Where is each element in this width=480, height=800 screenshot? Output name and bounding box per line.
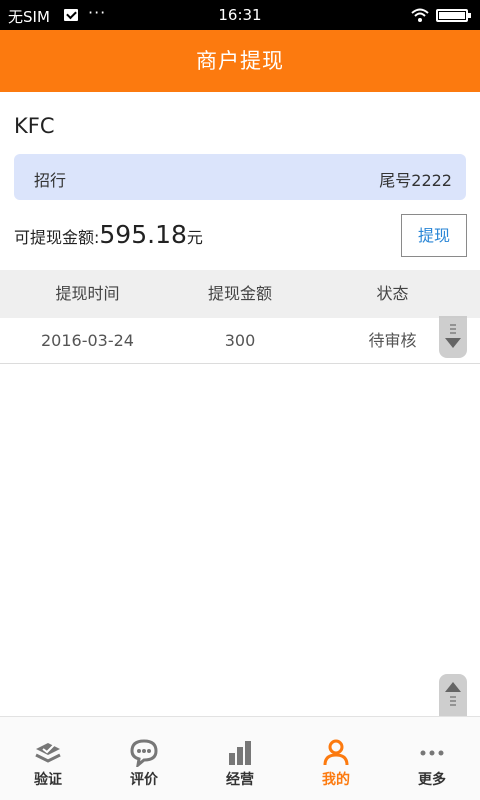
cell-amount: 300 [224,331,256,350]
status-bar: 无SIM ··· 16:31 [0,0,480,30]
balance-row: 可提现金额:595.18元 [14,220,203,254]
balance-unit: 元 [186,228,203,247]
header-cell-time: 提现时间 [55,284,120,303]
nav-label-verify: 验证 [34,772,62,788]
clock: 16:31 [218,6,262,24]
withdraw-button[interactable]: 提现 [401,214,467,257]
scroll-down-button[interactable] [439,316,467,358]
arrow-down-icon [445,324,461,348]
balance-label: 可提现金额: [14,228,100,247]
page-title: 商户提现 [0,30,480,92]
nav-item-more[interactable]: 更多 [384,717,480,800]
scroll-up-button[interactable] [439,674,467,716]
wifi-icon [411,8,429,22]
bank-name: 招行 [34,171,67,190]
balance-amount: 595.18 [99,220,187,249]
cell-time: 2016-03-24 [41,331,134,350]
bottom-nav: 验证 评价 经营 我的 更多 [0,716,480,800]
bar-chart-icon [229,741,251,765]
nav-item-mine[interactable]: 我的 [288,717,384,800]
card-tail-number: 尾号2222 [379,171,452,190]
more-icon [420,750,444,756]
arrow-up-icon [445,682,461,706]
verify-icon [35,743,61,763]
nav-item-verify[interactable]: 验证 [0,717,96,800]
header-cell-status: 状态 [376,284,409,303]
comment-icon [130,739,158,767]
header-cell-amount: 提现金额 [207,284,272,303]
nav-label-mine: 我的 [322,772,350,788]
table-row[interactable]: 2016-03-24 300 待审核 [0,318,480,364]
battery-icon [436,9,471,22]
table-header: 提现时间 提现金额 状态 [0,270,480,318]
merchant-name: KFC [14,114,55,138]
nav-item-comment[interactable]: 评价 [96,717,192,800]
nav-label-comment: 评价 [130,772,158,788]
person-icon [323,739,349,766]
nav-label-more: 更多 [418,772,446,788]
nav-label-business: 经营 [226,772,254,788]
nav-item-business[interactable]: 经营 [192,717,288,800]
bank-card[interactable]: 招行 尾号2222 [14,154,466,200]
screen: 无SIM ··· 16:31 商户提现 KFC 招行 尾号2222 可提现金额:… [0,0,480,800]
